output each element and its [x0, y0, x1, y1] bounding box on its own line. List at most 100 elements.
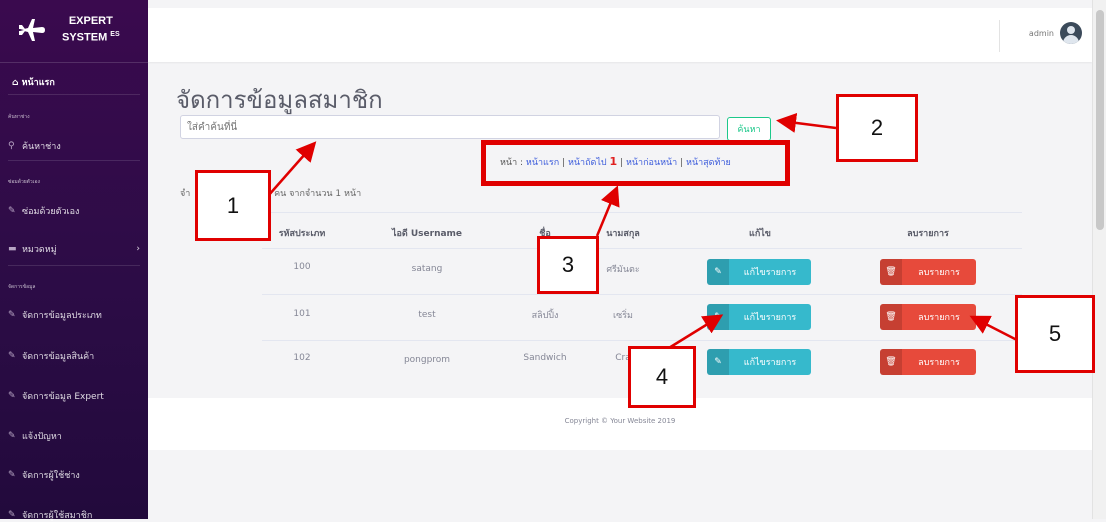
delete-button-label: ลบรายการ [918, 268, 960, 278]
cell-surname: ศรีมันตะ [606, 265, 640, 275]
edit-button[interactable]: ✎ แก้ไขรายการ [707, 259, 811, 285]
edit-button[interactable]: ✎ แก้ไขรายการ [707, 349, 811, 375]
wrench-icon: ✎ [8, 206, 16, 216]
pagination-highlight-box [481, 140, 790, 186]
callout-3: 3 [537, 236, 599, 294]
table-border [262, 212, 1022, 213]
sidebar-item-label: จัดการผู้ใช้สมาชิก [22, 511, 93, 521]
table-border [262, 248, 1022, 249]
username: admin [1028, 28, 1054, 38]
home-icon: ⌂ [12, 78, 19, 88]
summary-prefix: จำ [180, 189, 191, 199]
sidebar-item-home[interactable]: ⌂ หน้าแรก [12, 75, 55, 89]
column-header-id: รหัสประเภท [278, 229, 326, 239]
trash-icon: 🗑 [880, 259, 902, 285]
sidebar-item-label: แจ้งปัญหา [22, 432, 62, 442]
edit-button[interactable]: ✎ แก้ไขรายการ [707, 304, 811, 330]
edit-button-label: แก้ไขรายการ [743, 313, 797, 323]
sidebar-item-label: จัดการข้อมูล Expert [22, 392, 104, 402]
delete-button[interactable]: 🗑 ลบรายการ [880, 349, 976, 375]
sidebar-item-label: จัดการข้อมูลสินค้า [22, 352, 95, 362]
airplane-icon [19, 19, 45, 41]
wrench-icon: ✎ [8, 351, 16, 361]
sidebar-divider [8, 265, 140, 266]
delete-button-label: ลบรายการ [918, 313, 960, 323]
sidebar-item-manage-technician[interactable]: ✎ จัดการผู้ใช้ช่าง [8, 468, 140, 482]
summary-suffix: คน จากจำนวน 1 หน้า [274, 189, 362, 199]
delete-button[interactable]: 🗑 ลบรายการ [880, 304, 976, 330]
trash-icon: 🗑 [880, 349, 902, 375]
column-header-edit: แก้ไข [749, 229, 771, 239]
page-title: จัดการข้อมูลสมาชิก [176, 86, 383, 114]
brand-line2: SYSTEM [62, 31, 108, 44]
column-header-username: ไอดี Username [391, 229, 463, 239]
edit-button-label: แก้ไขรายการ [743, 268, 797, 278]
pencil-icon: ✎ [707, 304, 729, 330]
column-header-surname: นามสกุล [606, 229, 640, 239]
sidebar-item-manage-product[interactable]: ✎ จัดการข้อมูลสินค้า [8, 349, 140, 363]
sidebar-divider [8, 160, 140, 161]
sidebar-item-manage-member[interactable]: ✎ จัดการผู้ใช้สมาชิก [8, 508, 140, 522]
callout-1: 1 [195, 170, 271, 241]
avatar [1060, 22, 1082, 44]
brand-sup: ES [110, 31, 120, 38]
brand[interactable]: EXPERT SYSTEM ES [0, 0, 148, 63]
wrench-icon: ✎ [8, 391, 16, 401]
folder-icon: ▬ [8, 244, 17, 254]
cell-id: 101 [293, 309, 311, 319]
search-input[interactable] [180, 115, 720, 139]
cell-name: สลิปปิ้ง [531, 311, 559, 321]
delete-button-label: ลบรายการ [918, 358, 960, 368]
sidebar-item-label: จัดการผู้ใช้ช่าง [22, 471, 80, 481]
cell-username: satang [411, 264, 443, 274]
callout-2: 2 [836, 94, 918, 162]
sidebar-item-label: จัดการข้อมูลประเภท [22, 311, 102, 321]
cell-username: test [418, 310, 436, 320]
cell-surname: เซริ่ม [613, 311, 633, 321]
wrench-icon: ✎ [8, 470, 16, 480]
cell-id: 100 [293, 262, 311, 272]
sidebar-item-label: ซ่อมด้วยตัวเอง [22, 207, 80, 217]
sidebar-section-heading: ซ่อมด้วยตัวเอง [8, 179, 40, 185]
sidebar-item-manage-type[interactable]: ✎ จัดการข้อมูลประเภท [8, 308, 140, 322]
footer: Copyright © Your Website 2019 [148, 398, 1092, 450]
cell-id: 102 [293, 353, 311, 363]
search-button[interactable]: ค้นหา [727, 117, 771, 141]
trash-icon: 🗑 [880, 304, 902, 330]
cell-username: pongprom [403, 355, 451, 365]
callout-5: 5 [1015, 295, 1095, 373]
callout-4: 4 [628, 346, 696, 408]
scrollbar-thumb[interactable] [1096, 10, 1104, 230]
topbar-divider [999, 20, 1000, 52]
brand-line1: EXPERT [68, 15, 113, 27]
table-border [262, 294, 1022, 295]
table-border [262, 340, 1022, 341]
pencil-icon: ✎ [707, 349, 729, 375]
sidebar: EXPERT SYSTEM ES ⌂ หน้าแรก ค้นหาช่าง ⚲ ค… [0, 0, 148, 522]
cell-name: Sandwich [523, 353, 567, 363]
user-menu[interactable]: admin [1029, 22, 1082, 44]
column-header-delete: ลบรายการ [907, 229, 949, 239]
chevron-right-icon: › [136, 244, 140, 254]
wrench-icon: ✎ [8, 431, 16, 441]
search-icon: ⚲ [8, 141, 15, 151]
wrench-icon: ✎ [8, 310, 16, 320]
sidebar-item-report-problem[interactable]: ✎ แจ้งปัญหา [8, 429, 140, 443]
delete-button[interactable]: 🗑 ลบรายการ [880, 259, 976, 285]
sidebar-item-self-repair[interactable]: ✎ ซ่อมด้วยตัวเอง [8, 204, 140, 218]
topbar: admin [148, 8, 1092, 62]
edit-button-label: แก้ไขรายการ [743, 358, 797, 368]
copyright-text: Copyright © Your Website 2019 [564, 417, 676, 425]
sidebar-section-heading: ค้นหาช่าง [8, 114, 30, 120]
sidebar-section-heading: จัดการข้อมูล [8, 284, 36, 290]
sidebar-item-manage-expert[interactable]: ✎ จัดการข้อมูล Expert [8, 389, 140, 403]
sidebar-item-label: หมวดหมู่ [22, 245, 57, 255]
pencil-icon: ✎ [707, 259, 729, 285]
sidebar-item-search-tech[interactable]: ⚲ ค้นหาช่าง [8, 139, 140, 153]
sidebar-item-label: หน้าแรก [21, 78, 55, 88]
brand-text: EXPERT SYSTEM ES [62, 14, 120, 45]
sidebar-divider [8, 94, 140, 95]
sidebar-item-categories[interactable]: ▬ หมวดหมู่ › [8, 242, 140, 256]
sidebar-item-label: ค้นหาช่าง [22, 142, 61, 152]
scrollbar[interactable] [1092, 0, 1106, 519]
